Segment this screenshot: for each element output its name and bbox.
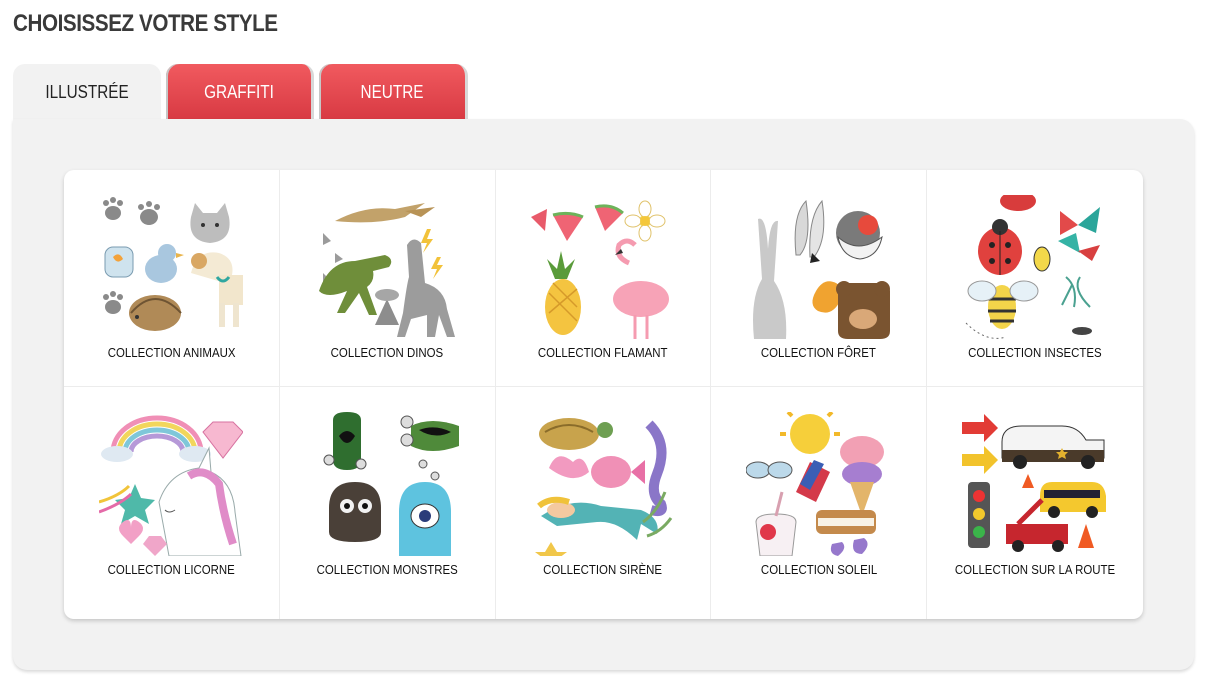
tab-neutre-label: NEUTRE [360, 82, 424, 102]
collection-card-flamant[interactable]: COLLECTION FLAMANT [495, 170, 712, 387]
collection-card-foret[interactable]: COLLECTION FÔRET [711, 170, 928, 387]
insects-collage-icon [962, 195, 1106, 339]
collection-card-sur-la-route[interactable]: COLLECTION SUR LA ROUTE [927, 387, 1143, 619]
collection-card-monstres[interactable]: COLLECTION MONSTRES [280, 387, 496, 619]
collection-label: COLLECTION FLAMANT [538, 345, 668, 360]
animals-collage-icon [99, 195, 243, 339]
collection-label: COLLECTION INSECTES [968, 345, 1102, 360]
collection-label: COLLECTION LICORNE [107, 562, 235, 577]
collection-label: COLLECTION FÔRET [761, 345, 877, 360]
dinosaurs-collage-icon [315, 195, 459, 339]
collection-card-sirene[interactable]: COLLECTION SIRÈNE [496, 387, 712, 619]
tab-illustree[interactable]: ILLUSTRÉE [13, 64, 161, 119]
collection-card-animaux[interactable]: COLLECTION ANIMAUX [64, 170, 280, 387]
collection-card-soleil[interactable]: COLLECTION SOLEIL [711, 387, 928, 619]
page-title: CHOISISSEZ VOTRE STYLE [13, 10, 278, 37]
tab-graffiti-label: GRAFFITI [203, 82, 274, 102]
collection-label: COLLECTION DINOS [330, 345, 444, 360]
tab-illustree-label: ILLUSTRÉE [45, 82, 129, 102]
collection-card-dinos[interactable]: COLLECTION DINOS [279, 170, 496, 387]
collection-card-licorne[interactable]: COLLECTION LICORNE [64, 387, 280, 619]
collection-label: COLLECTION MONSTRES [316, 562, 458, 577]
collection-label: COLLECTION SUR LA ROUTE [954, 562, 1116, 577]
collection-label: COLLECTION SOLEIL [760, 562, 877, 577]
collection-grid: COLLECTION ANIMAUX COLLECTION DINOS COLL… [64, 170, 1143, 619]
tab-graffiti[interactable]: GRAFFITI [166, 64, 314, 119]
tab-neutre[interactable]: NEUTRE [319, 64, 468, 119]
forest-collage-icon [746, 195, 891, 339]
road-collage-icon [962, 412, 1107, 556]
summer-collage-icon [746, 412, 890, 556]
flamingo-collage-icon [530, 195, 675, 339]
collection-card-insectes[interactable]: COLLECTION INSECTES [927, 170, 1143, 387]
monsters-collage-icon [315, 412, 459, 556]
mermaid-collage-icon [531, 412, 675, 556]
collection-label: COLLECTION ANIMAUX [107, 345, 236, 360]
unicorn-collage-icon [99, 412, 243, 556]
collection-label: COLLECTION SIRÈNE [543, 562, 663, 577]
